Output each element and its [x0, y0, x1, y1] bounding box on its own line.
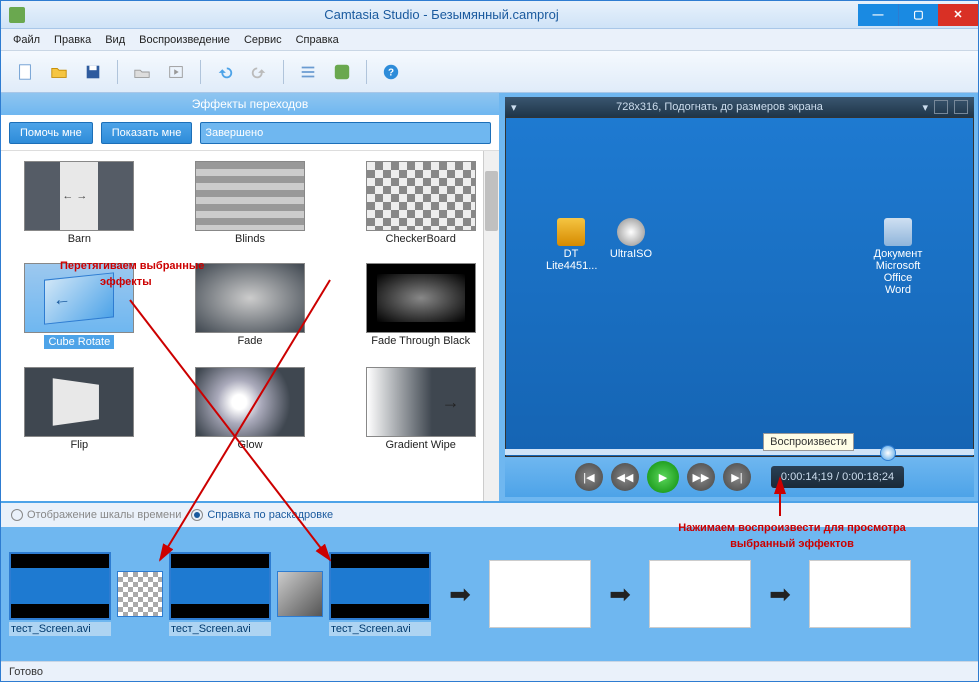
- empty-clip-slot[interactable]: [809, 560, 911, 628]
- panel-title: Эффекты переходов: [1, 93, 499, 115]
- menu-file[interactable]: Файл: [13, 34, 40, 46]
- preview-panel: ▾ 728x316, Подогнать до размеров экрана …: [501, 93, 978, 501]
- scrollbar[interactable]: [483, 151, 499, 501]
- transition-glow[interactable]: Glow: [180, 367, 321, 451]
- step-back-button[interactable]: ◀◀: [611, 463, 639, 491]
- prev-clip-button[interactable]: |◀: [575, 463, 603, 491]
- maximize-button[interactable]: ▢: [898, 4, 938, 26]
- open-icon[interactable]: [45, 58, 73, 86]
- storyboard-view-option[interactable]: Справка по раскадровке: [191, 509, 333, 521]
- menu-view[interactable]: Вид: [105, 34, 125, 46]
- redo-icon[interactable]: [245, 58, 273, 86]
- transition-gradient-wipe[interactable]: Gradient Wipe: [350, 367, 491, 451]
- desktop-icon: Документ Microsoft Office Word: [873, 218, 923, 296]
- statusbar: Готово: [1, 661, 978, 681]
- options-icon[interactable]: [294, 58, 322, 86]
- close-button[interactable]: ✕: [938, 4, 978, 26]
- transitions-grid: ← →Barn Blinds CheckerBoard Cube Rotate …: [1, 151, 499, 501]
- clip-item[interactable]: тест_Screen.avi: [169, 552, 271, 636]
- next-clip-button[interactable]: ▶|: [723, 463, 751, 491]
- menubar: Файл Правка Вид Воспроизведение Сервис С…: [1, 29, 978, 51]
- toolbar: ?: [1, 51, 978, 93]
- app-window: Camtasia Studio - Безымянный.camproj — ▢…: [0, 0, 979, 682]
- clip-item[interactable]: тест_Screen.avi: [329, 552, 431, 636]
- seek-bar[interactable]: [505, 449, 974, 455]
- preview-header: ▾ 728x316, Подогнать до размеров экрана …: [505, 97, 974, 117]
- menu-edit[interactable]: Правка: [54, 34, 91, 46]
- transition-fade-through-black[interactable]: Fade Through Black: [350, 263, 491, 349]
- transitions-panel: Эффекты переходов Помочь мне Показать мн…: [1, 93, 501, 501]
- play-button[interactable]: ▶: [647, 461, 679, 493]
- timeline-area: Отображение шкалы времени Справка по рас…: [1, 501, 978, 661]
- play-tooltip: Воспроизвести: [763, 433, 854, 451]
- transition-slot[interactable]: [277, 571, 323, 617]
- produce-icon[interactable]: [162, 58, 190, 86]
- arrow-icon: ➡: [437, 571, 483, 617]
- fullscreen-icon[interactable]: [954, 100, 968, 114]
- new-icon[interactable]: [11, 58, 39, 86]
- arrow-icon: ➡: [597, 571, 643, 617]
- timecode: 0:00:14;19 / 0:00:18;24: [771, 466, 904, 488]
- timeline-header: Отображение шкалы времени Справка по рас…: [1, 503, 978, 527]
- app-icon: [9, 7, 25, 23]
- step-forward-button[interactable]: ▶▶: [687, 463, 715, 491]
- desktop-icon: UltraISO: [606, 218, 656, 260]
- import-icon[interactable]: [128, 58, 156, 86]
- timeline-view-option[interactable]: Отображение шкалы времени: [11, 509, 181, 521]
- desktop-icon: DT Lite4451...: [546, 218, 596, 272]
- transition-flip[interactable]: Flip: [9, 367, 150, 451]
- help-icon[interactable]: ?: [377, 58, 405, 86]
- svg-text:?: ?: [388, 67, 394, 78]
- transition-barn[interactable]: ← →Barn: [9, 161, 150, 245]
- transition-blinds[interactable]: Blinds: [180, 161, 321, 245]
- transition-slot[interactable]: [117, 571, 163, 617]
- menu-play[interactable]: Воспроизведение: [139, 34, 230, 46]
- undo-icon[interactable]: [211, 58, 239, 86]
- show-me-button[interactable]: Показать мне: [101, 122, 193, 144]
- record-icon[interactable]: [328, 58, 356, 86]
- transition-checkerboard[interactable]: CheckerBoard: [350, 161, 491, 245]
- transition-fade[interactable]: Fade: [180, 263, 321, 349]
- titlebar[interactable]: Camtasia Studio - Безымянный.camproj — ▢…: [1, 1, 978, 29]
- clip-item[interactable]: тест_Screen.avi: [9, 552, 111, 636]
- status-text: Готово: [9, 666, 43, 678]
- preview-info[interactable]: 728x316, Подогнать до размеров экрана: [523, 101, 917, 113]
- playback-controls: |◀ ◀◀ ▶ ▶▶ ▶| 0:00:14;19 / 0:00:18;24 Во…: [505, 457, 974, 497]
- detach-icon[interactable]: [934, 100, 948, 114]
- storyboard[interactable]: тест_Screen.avi тест_Screen.avi тест_Scr…: [1, 527, 978, 661]
- menu-tools[interactable]: Сервис: [244, 34, 282, 46]
- minimize-button[interactable]: —: [858, 4, 898, 26]
- main-area: Эффекты переходов Помочь мне Показать мн…: [1, 93, 978, 501]
- arrow-icon: ➡: [757, 571, 803, 617]
- save-icon[interactable]: [79, 58, 107, 86]
- transition-cube-rotate[interactable]: Cube Rotate: [9, 263, 150, 349]
- empty-clip-slot[interactable]: [649, 560, 751, 628]
- done-button[interactable]: Завершено: [200, 122, 491, 144]
- help-me-button[interactable]: Помочь мне: [9, 122, 93, 144]
- window-title: Camtasia Studio - Безымянный.camproj: [25, 7, 858, 22]
- menu-help[interactable]: Справка: [296, 34, 339, 46]
- preview-viewport[interactable]: DT Lite4451... UltraISO Документ Microso…: [505, 117, 974, 457]
- empty-clip-slot[interactable]: [489, 560, 591, 628]
